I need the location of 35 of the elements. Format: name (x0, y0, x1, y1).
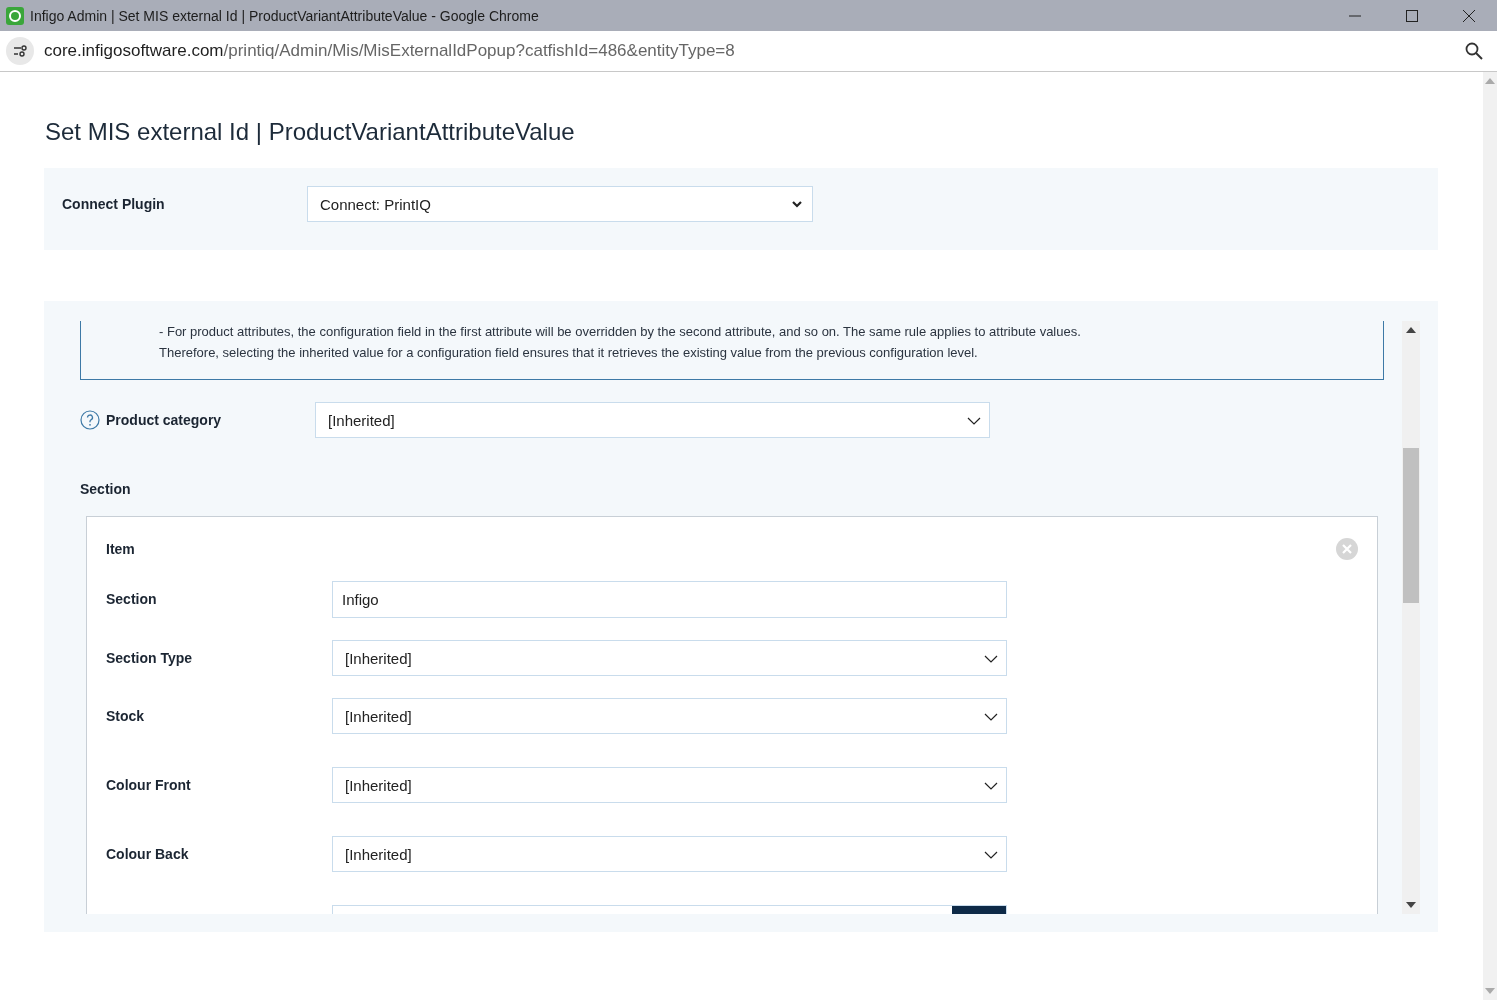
app-logo-icon (6, 6, 24, 25)
chevron-down-icon (984, 711, 998, 721)
page-title: Set MIS external Id | ProductVariantAttributeValue (45, 118, 576, 146)
section-heading: Section (80, 481, 131, 497)
field-select[interactable]: [Inherited] (332, 767, 1007, 803)
chevron-down-icon (984, 849, 998, 859)
field-label: Colour Back (106, 845, 190, 862)
chevron-down-icon (984, 780, 998, 790)
site-settings-icon[interactable] (6, 37, 34, 65)
close-icon[interactable] (1462, 9, 1475, 22)
field-label: Stock (106, 707, 146, 724)
section-input[interactable]: Infigo (332, 581, 1007, 618)
info-note: - For product attributes, the configuration field in the first attribute will be overridden by the second attribute, and so on. The same rule applies to attribute values. Therefore, selecting the inherited value for a configuration field ensures that it retrieves the existing value from the previous configuration level. (80, 321, 1384, 380)
chevron-down-icon (967, 415, 981, 425)
scroll-thumb[interactable] (1403, 448, 1419, 603)
plugin-select[interactable]: Connect: PrintIQ (307, 186, 813, 222)
field-select[interactable]: [Inherited] (332, 640, 1007, 676)
field-label: Product category (106, 412, 222, 428)
field-label: Section Type (106, 649, 194, 666)
category-select[interactable]: [Inherited] (315, 402, 990, 438)
field-label: Section (106, 590, 158, 607)
field-label: Colour Front (106, 776, 192, 793)
maximize-icon[interactable] (1405, 9, 1418, 22)
help-icon[interactable] (80, 410, 100, 430)
field-select[interactable]: [Inherited] (332, 836, 1007, 872)
url-text[interactable]: core.infigosoftware.com/printiq/Admin/Mis/MisExternalIdPopup?catfishId=486&entityType=8 (44, 41, 1455, 61)
item-title: Item (106, 541, 135, 557)
field-label: Connect Plugin (62, 196, 165, 212)
field-select[interactable]: [Inherited] (332, 698, 1007, 734)
zoom-icon[interactable] (1465, 42, 1483, 60)
chevron-down-icon (790, 199, 804, 209)
scroll-up-icon[interactable] (1406, 327, 1416, 333)
chevron-down-icon (984, 653, 998, 663)
window-title: Infigo Admin | Set MIS external Id | ProductVariantAttributeValue - Google Chrome (30, 7, 540, 24)
scroll-down-icon[interactable] (1406, 902, 1416, 908)
